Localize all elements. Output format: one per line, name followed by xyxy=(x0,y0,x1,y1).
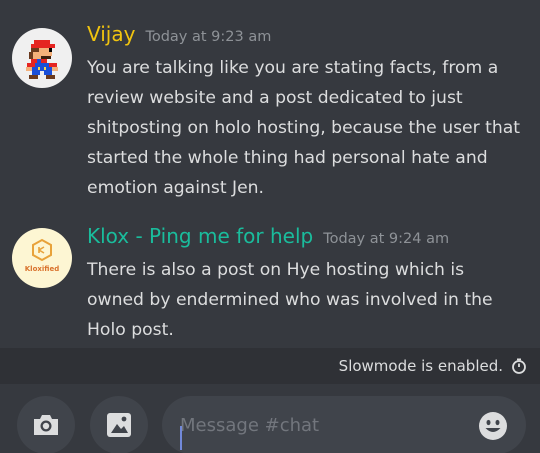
gallery-button[interactable] xyxy=(90,396,148,453)
image-icon xyxy=(107,413,131,437)
message-header: Vijay Today at 9:23 am xyxy=(87,22,527,54)
author-name[interactable]: Klox - Ping me for help xyxy=(87,224,313,248)
message-composer xyxy=(0,384,540,453)
message-header: Klox - Ping me for help Today at 9:24 am xyxy=(87,224,527,256)
message-line: You are talking like you are stating fac… xyxy=(87,58,499,78)
message-input[interactable] xyxy=(180,396,470,453)
camera-icon xyxy=(34,415,58,435)
message-timestamp: Today at 9:23 am xyxy=(145,29,272,45)
message-content: There is also a post on Hye hosting whic… xyxy=(87,255,527,345)
message-input-container xyxy=(162,396,526,453)
author-name[interactable]: Vijay xyxy=(87,22,135,46)
message-line: emotion against Jen. xyxy=(87,178,265,198)
chat-app: Vijay Today at 9:23 am You are talking l… xyxy=(0,0,540,453)
emoji-icon[interactable] xyxy=(478,411,508,441)
message-body: Vijay Today at 9:23 am You are talking l… xyxy=(87,22,527,203)
mario-pixel-icon xyxy=(26,40,58,79)
message-line: shitposting on holo hosting, because the… xyxy=(87,118,521,138)
timer-icon xyxy=(511,358,527,374)
message-line: There is also a post on Hye hosting whic… xyxy=(87,260,465,280)
slowmode-text: Slowmode is enabled. xyxy=(338,357,503,375)
kloxified-logo-avatar[interactable]: Kloxified xyxy=(12,228,72,288)
message-body: Klox - Ping me for help Today at 9:24 am… xyxy=(87,224,527,345)
message-line: Holo post. xyxy=(87,320,174,340)
slowmode-bar: Slowmode is enabled. xyxy=(0,348,540,384)
message-line: started the whole thing had personal hat… xyxy=(87,148,488,168)
message-content: You are talking like you are stating fac… xyxy=(87,53,527,203)
message-list: Vijay Today at 9:23 am You are talking l… xyxy=(0,0,540,348)
camera-button[interactable] xyxy=(17,396,75,453)
message-timestamp: Today at 9:24 am xyxy=(323,231,450,247)
kloxified-logo-icon: Kloxified xyxy=(25,238,60,273)
mario-pixel-avatar[interactable] xyxy=(12,28,72,88)
avatar-brand-text: Kloxified xyxy=(25,265,60,273)
message-line: owned by endermined who was involved in … xyxy=(87,290,493,310)
message-line: review website and a post dedicated to j… xyxy=(87,88,463,108)
text-caret xyxy=(180,426,182,450)
